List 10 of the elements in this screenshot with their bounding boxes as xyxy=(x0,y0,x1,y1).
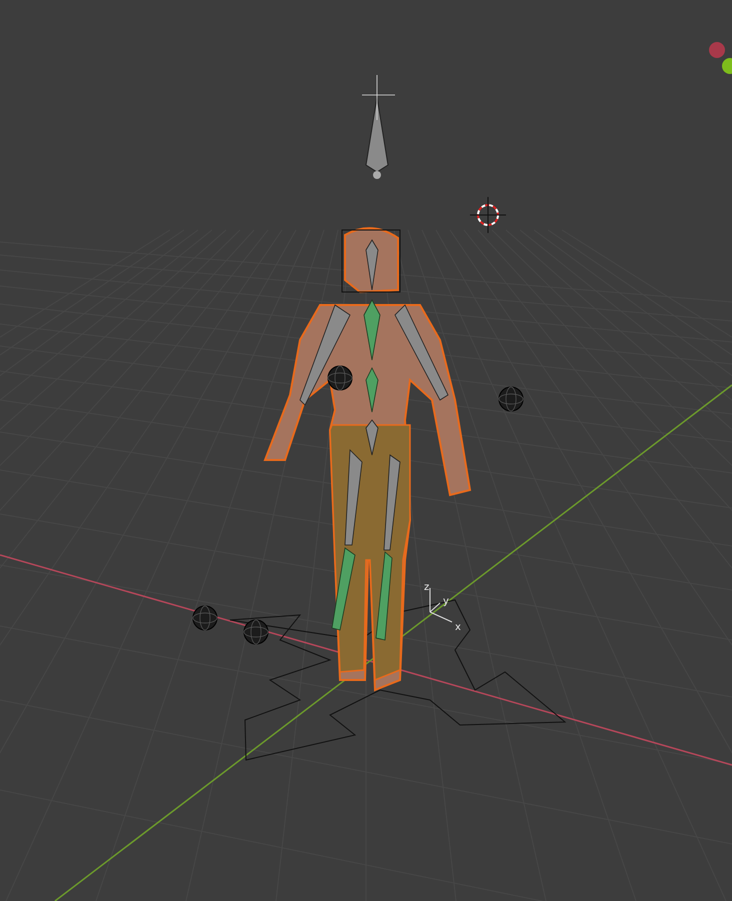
light-drawing xyxy=(498,386,524,412)
axis-label: y xyxy=(443,596,449,607)
light-drawing xyxy=(328,366,352,390)
axis-label: x xyxy=(455,622,461,633)
light-drawing xyxy=(244,620,268,644)
cursor-icon xyxy=(470,196,506,234)
transform-widget-drawing xyxy=(430,588,452,622)
axis-label: z xyxy=(424,582,430,593)
light-drawing xyxy=(192,606,218,630)
navigation-gizmo-drawing xyxy=(709,42,732,74)
